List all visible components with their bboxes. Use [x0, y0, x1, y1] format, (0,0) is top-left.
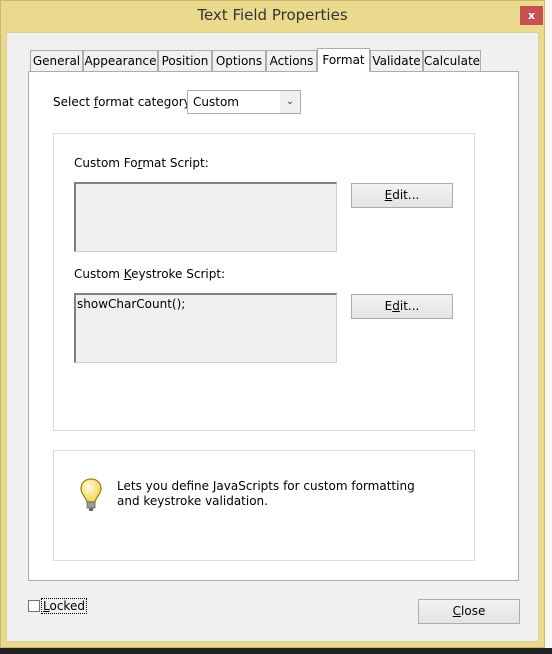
taskbar-edge	[0, 648, 552, 654]
tab-position[interactable]: Position	[158, 50, 212, 71]
tab-actions[interactable]: Actions	[266, 50, 317, 71]
dialog-title: Text Field Properties	[197, 6, 348, 24]
tab-calculate[interactable]: Calculate	[423, 50, 481, 71]
tab-validate[interactable]: Validate	[370, 50, 423, 71]
help-text: Lets you define JavaScripts for custom f…	[117, 479, 415, 508]
tab-options[interactable]: Options	[212, 50, 266, 71]
tab-general[interactable]: General	[30, 50, 83, 71]
locked-label[interactable]: Locked	[41, 598, 87, 614]
edit-format-script-button[interactable]: Edit...	[351, 183, 453, 208]
format-script-label: Custom Format Script:	[74, 156, 209, 170]
tab-appearance[interactable]: Appearance	[83, 50, 158, 71]
chevron-down-icon[interactable]: ⌄	[280, 91, 300, 113]
format-category-label: Select format category:	[53, 95, 194, 109]
background-window-edge	[545, 0, 552, 654]
close-button[interactable]: Close	[418, 599, 520, 624]
locked-checkbox[interactable]	[28, 600, 40, 612]
tab-format[interactable]: Format	[317, 48, 370, 72]
keystroke-script-field[interactable]: showCharCount();	[74, 293, 337, 363]
format-category-value: Custom	[193, 95, 239, 109]
lightbulb-icon	[80, 478, 102, 511]
edit-keystroke-script-button[interactable]: Edit...	[351, 294, 453, 319]
close-window-button[interactable]: x	[520, 6, 543, 25]
custom-scripts-group	[53, 133, 475, 431]
format-script-field[interactable]	[74, 182, 337, 252]
keystroke-script-label: Custom Keystroke Script:	[74, 267, 226, 281]
format-category-select[interactable]: Custom ⌄	[187, 90, 301, 114]
